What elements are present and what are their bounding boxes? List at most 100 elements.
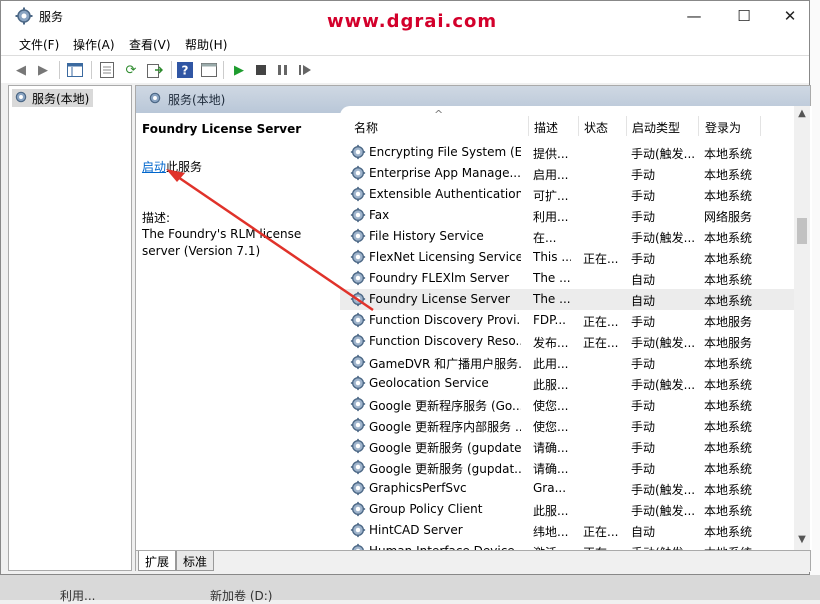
service-logon: 本地系统 bbox=[704, 483, 753, 497]
table-row[interactable]: Foundry License Server The ... 自动 本地系统 bbox=[340, 289, 796, 310]
start-service-icon[interactable]: ▶ bbox=[229, 60, 249, 80]
service-gear-icon bbox=[350, 417, 366, 433]
menu-file[interactable]: 文件(F) bbox=[19, 36, 59, 53]
service-name: File History Service bbox=[369, 229, 484, 243]
table-row[interactable]: Google 更新程序内部服务 ... 使您... 手动 本地系统 bbox=[340, 415, 796, 436]
table-row[interactable]: File History Service 在... 手动(触发... 本地系统 bbox=[340, 226, 796, 247]
show-hide-pane-icon[interactable] bbox=[199, 60, 219, 80]
bottom-text-1: 利用... bbox=[60, 589, 96, 603]
back-arrow-icon[interactable]: ◀ bbox=[11, 60, 31, 80]
table-row[interactable]: Fax 利用... 手动 网络服务 bbox=[340, 205, 796, 226]
toolbar-separator bbox=[91, 61, 92, 79]
scroll-up-icon[interactable]: ▲ bbox=[794, 108, 810, 124]
menu-action[interactable]: 操作(A) bbox=[73, 36, 115, 53]
forward-arrow-icon[interactable]: ▶ bbox=[33, 60, 53, 80]
service-logon: 本地系统 bbox=[704, 441, 753, 455]
service-name: Function Discovery Reso... bbox=[369, 334, 521, 348]
watermark: www.dgrai.com bbox=[327, 11, 498, 32]
menu-view[interactable]: 查看(V) bbox=[129, 36, 171, 53]
service-name: Google 更新服务 (gupdat... bbox=[369, 462, 521, 476]
service-gear-icon bbox=[350, 186, 366, 202]
table-row[interactable]: Google 更新服务 (gupdate) 请确... 手动 本地系统 bbox=[340, 436, 796, 457]
table-row[interactable]: Enterprise App Manage... 启用... 手动 本地系统 bbox=[340, 163, 796, 184]
service-name: HintCAD Server bbox=[369, 523, 463, 537]
service-gear-icon bbox=[350, 375, 366, 391]
tab-standard[interactable]: 标准 bbox=[176, 551, 215, 571]
service-logon: 本地服务 bbox=[704, 336, 753, 350]
table-row[interactable]: Function Discovery Reso... 发布... 正在... 手动(触… bbox=[340, 331, 796, 352]
sort-ascending-icon: ^ bbox=[434, 108, 444, 121]
properties-icon[interactable] bbox=[97, 60, 117, 80]
service-rows: Encrypting File System (E... 提供... 手动(触发..… bbox=[340, 142, 796, 550]
gear-icon bbox=[15, 7, 33, 25]
service-desc: 提供... bbox=[533, 147, 569, 161]
service-startup-type: 手动(触发... bbox=[631, 336, 696, 350]
table-row[interactable]: Foundry FLEXlm Server The ... 自动 本地系统 bbox=[340, 268, 796, 289]
service-name: Google 更新程序服务 (Go... bbox=[369, 399, 521, 413]
table-row[interactable]: Function Discovery Provi... FDP... 正在... 手动… bbox=[340, 310, 796, 331]
service-desc: Gra... bbox=[533, 481, 567, 495]
table-row[interactable]: Encrypting File System (E... 提供... 手动(触发..… bbox=[340, 142, 796, 163]
column-logon-as[interactable]: 登录为 bbox=[705, 119, 741, 136]
service-gear-icon bbox=[350, 228, 366, 244]
description-label: 描述: bbox=[142, 211, 171, 225]
toolbar-separator bbox=[223, 61, 224, 79]
pause-service-icon[interactable] bbox=[273, 60, 293, 80]
service-name: Google 更新服务 (gupdate) bbox=[369, 441, 521, 455]
column-status[interactable]: 状态 bbox=[584, 119, 608, 136]
service-name: Enterprise App Manage... bbox=[369, 166, 521, 180]
service-name: Extensible Authentication... bbox=[369, 187, 521, 201]
tab-extended[interactable]: 扩展 bbox=[138, 551, 177, 571]
service-logon: 网络服务 bbox=[704, 210, 753, 224]
table-row[interactable]: Human Interface Device ...激活...正在...手动(触… bbox=[340, 541, 796, 550]
service-desc: 发布... bbox=[533, 336, 569, 350]
service-desc: 使您... bbox=[533, 399, 569, 413]
start-service-link[interactable]: 启动 bbox=[142, 160, 166, 174]
table-row[interactable]: Google 更新服务 (gupdat... 请确... 手动 本地系统 bbox=[340, 457, 796, 478]
column-description[interactable]: 描述 bbox=[534, 119, 558, 136]
service-name: Group Policy Client bbox=[369, 502, 483, 516]
service-gear-icon bbox=[350, 207, 366, 223]
menu-help[interactable]: 帮助(H) bbox=[185, 36, 227, 53]
table-row[interactable]: Group Policy Client 此服... 手动(触发... 本地系统 bbox=[340, 499, 796, 520]
export-list-icon[interactable] bbox=[145, 60, 165, 80]
service-desc: 请确... bbox=[533, 462, 569, 476]
service-name: Geolocation Service bbox=[369, 376, 489, 390]
service-startup-type: 手动 bbox=[631, 189, 656, 203]
view-tabs: 扩展 标准 bbox=[136, 550, 810, 572]
restart-service-icon[interactable] bbox=[295, 60, 315, 80]
console-tree-icon[interactable] bbox=[65, 60, 85, 80]
refresh-icon[interactable]: ⟳ bbox=[121, 60, 141, 80]
maximize-button[interactable]: ☐ bbox=[721, 1, 767, 31]
table-row[interactable]: Google 更新程序服务 (Go... 使您... 手动 本地系统 bbox=[340, 394, 796, 415]
help-icon[interactable]: ? bbox=[175, 60, 195, 80]
stop-service-icon[interactable] bbox=[251, 60, 271, 80]
service-gear-icon bbox=[350, 312, 366, 328]
column-name[interactable]: 名称 bbox=[354, 119, 378, 136]
table-row[interactable]: FlexNet Licensing Service... This ... 正在..… bbox=[340, 247, 796, 268]
table-row[interactable]: Extensible Authentication... 可扩... 手动 本地系统 bbox=[340, 184, 796, 205]
minimize-button[interactable]: — bbox=[671, 1, 717, 31]
service-name: GraphicsPerfSvc bbox=[369, 481, 467, 495]
service-desc: 此服... bbox=[533, 504, 569, 518]
service-startup-type: 手动 bbox=[631, 399, 656, 413]
service-startup-type: 手动 bbox=[631, 252, 656, 266]
table-row[interactable]: GraphicsPerfSvc Gra... 手动(触发... 本地系统 bbox=[340, 478, 796, 499]
bottom-text-2: 新加卷 (D:) bbox=[210, 589, 273, 603]
services-pane: 服务(本地) Foundry License Server 启动此服务 描述: … bbox=[135, 85, 812, 572]
close-button[interactable]: ✕ bbox=[767, 1, 813, 31]
table-row[interactable]: GameDVR 和广播用户服务... 此用... 手动 本地系统 bbox=[340, 352, 796, 373]
service-name: FlexNet Licensing Service... bbox=[369, 250, 521, 264]
service-startup-type: 手动(触发... bbox=[631, 483, 696, 497]
scroll-down-icon[interactable]: ▼ bbox=[794, 534, 810, 550]
column-startup-type[interactable]: 启动类型 bbox=[632, 119, 680, 136]
table-row[interactable]: Geolocation Service 此服... 手动(触发... 本地系统 bbox=[340, 373, 796, 394]
table-row[interactable]: HintCAD Server 纬地... 正在... 自动 本地系统 bbox=[340, 520, 796, 541]
vertical-scrollbar[interactable]: ▲ ▼ bbox=[794, 106, 810, 550]
service-name: Foundry License Server bbox=[369, 292, 510, 306]
service-startup-type: 手动 bbox=[631, 315, 656, 329]
scroll-thumb[interactable] bbox=[797, 218, 807, 244]
service-desc: The ... bbox=[533, 292, 571, 306]
column-divider bbox=[698, 116, 699, 136]
tree-item-services-local[interactable]: 服务(本地) bbox=[12, 89, 94, 107]
